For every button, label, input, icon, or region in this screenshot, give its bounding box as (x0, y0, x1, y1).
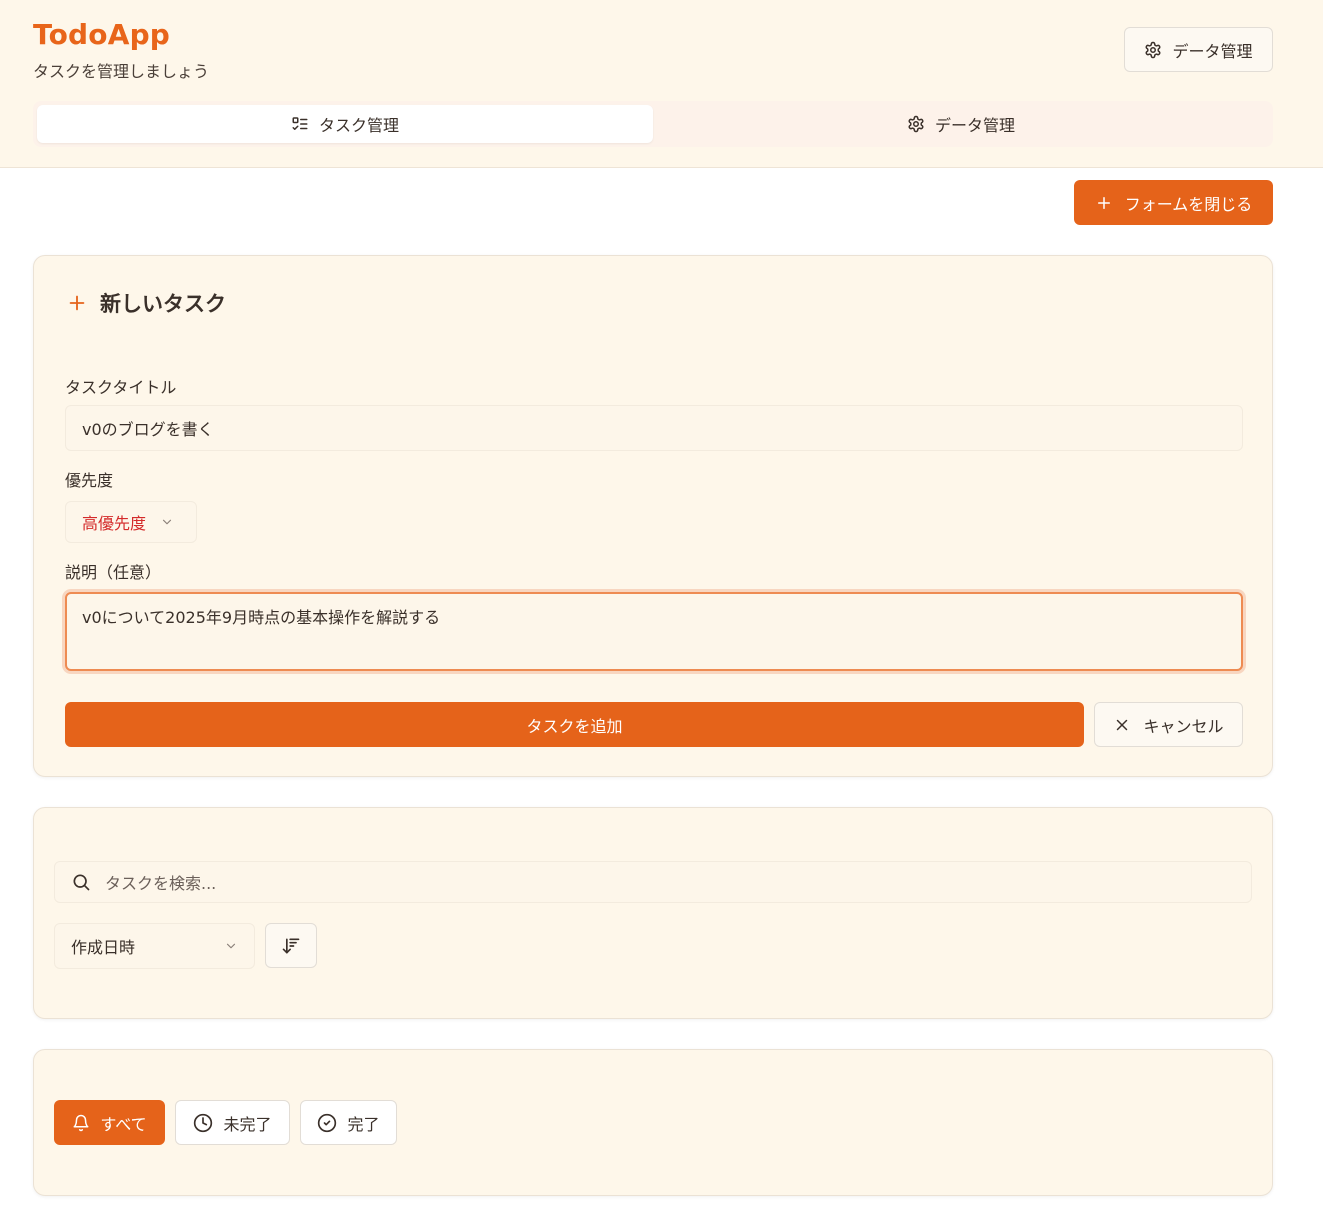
title-input-value: v0のブログを書く (82, 420, 214, 439)
data-management-label: データ管理 (1172, 41, 1253, 61)
tab-data-management[interactable]: データ管理 (653, 105, 1269, 143)
app-header: TodoApp タスクを管理しましょう データ管理 タスク管理 データ管理 (0, 0, 1323, 168)
search-input[interactable]: タスクを検索... (54, 861, 1252, 903)
priority-select[interactable]: 高優先度 (65, 501, 197, 543)
close-form-button[interactable]: フォームを閉じる (1074, 180, 1273, 225)
description-label: 説明（任意） (65, 563, 162, 582)
filter-label: 完了 (347, 1114, 380, 1134)
cancel-button[interactable]: キャンセル (1094, 702, 1243, 747)
close-form-label: フォームを閉じる (1124, 194, 1253, 214)
app-subtitle: タスクを管理しましょう (33, 62, 210, 81)
check-circle-icon (317, 1113, 337, 1133)
description-textarea[interactable]: v0について2025年9月時点の基本操作を解説する (65, 592, 1243, 671)
app-title: TodoApp (33, 18, 171, 51)
plus-icon (1095, 194, 1113, 212)
close-icon (1113, 716, 1131, 734)
tab-label: データ管理 (934, 116, 1015, 135)
title-label: タスクタイトル (65, 378, 177, 397)
search-placeholder: タスクを検索... (105, 874, 217, 893)
form-title-text: 新しいタスク (100, 292, 226, 316)
filter-done-button[interactable]: 完了 (300, 1100, 397, 1145)
tab-label: タスク管理 (318, 116, 399, 135)
sort-value: 作成日時 (71, 938, 136, 957)
chevron-down-icon (160, 515, 174, 529)
gear-icon (907, 115, 925, 133)
priority-value: 高優先度 (82, 514, 147, 533)
new-task-form: 新しいタスク タスクタイトル v0のブログを書く 優先度 高優先度 説明（任意）… (33, 255, 1273, 777)
bell-icon (72, 1114, 90, 1132)
filter-pending-button[interactable]: 未完了 (175, 1100, 290, 1145)
sort-descending-icon (281, 936, 301, 956)
filter-all-button[interactable]: すべて (54, 1100, 165, 1145)
list-checks-icon (291, 115, 309, 133)
gear-icon (1144, 41, 1162, 59)
title-input[interactable]: v0のブログを書く (65, 405, 1243, 451)
filter-label: 未完了 (223, 1114, 272, 1134)
search-panel: タスクを検索... 作成日時 (33, 807, 1273, 1019)
search-icon (71, 872, 91, 892)
filter-panel: すべて 未完了 完了 (33, 1049, 1273, 1196)
form-title: 新しいタスク (66, 288, 226, 318)
main-tabs: タスク管理 データ管理 (33, 101, 1273, 147)
plus-icon (66, 292, 88, 314)
data-management-button[interactable]: データ管理 (1124, 27, 1273, 72)
cancel-label: キャンセル (1143, 716, 1224, 736)
sort-select[interactable]: 作成日時 (54, 923, 255, 969)
priority-label: 優先度 (65, 471, 114, 490)
description-value: v0について2025年9月時点の基本操作を解説する (82, 608, 441, 627)
tab-task-management[interactable]: タスク管理 (37, 105, 653, 143)
clock-icon (193, 1113, 213, 1133)
chevron-down-icon (224, 939, 238, 953)
add-task-label: タスクを追加 (526, 716, 623, 736)
filter-label: すべて (100, 1114, 147, 1134)
sort-order-button[interactable] (265, 923, 317, 968)
add-task-button[interactable]: タスクを追加 (65, 702, 1084, 747)
